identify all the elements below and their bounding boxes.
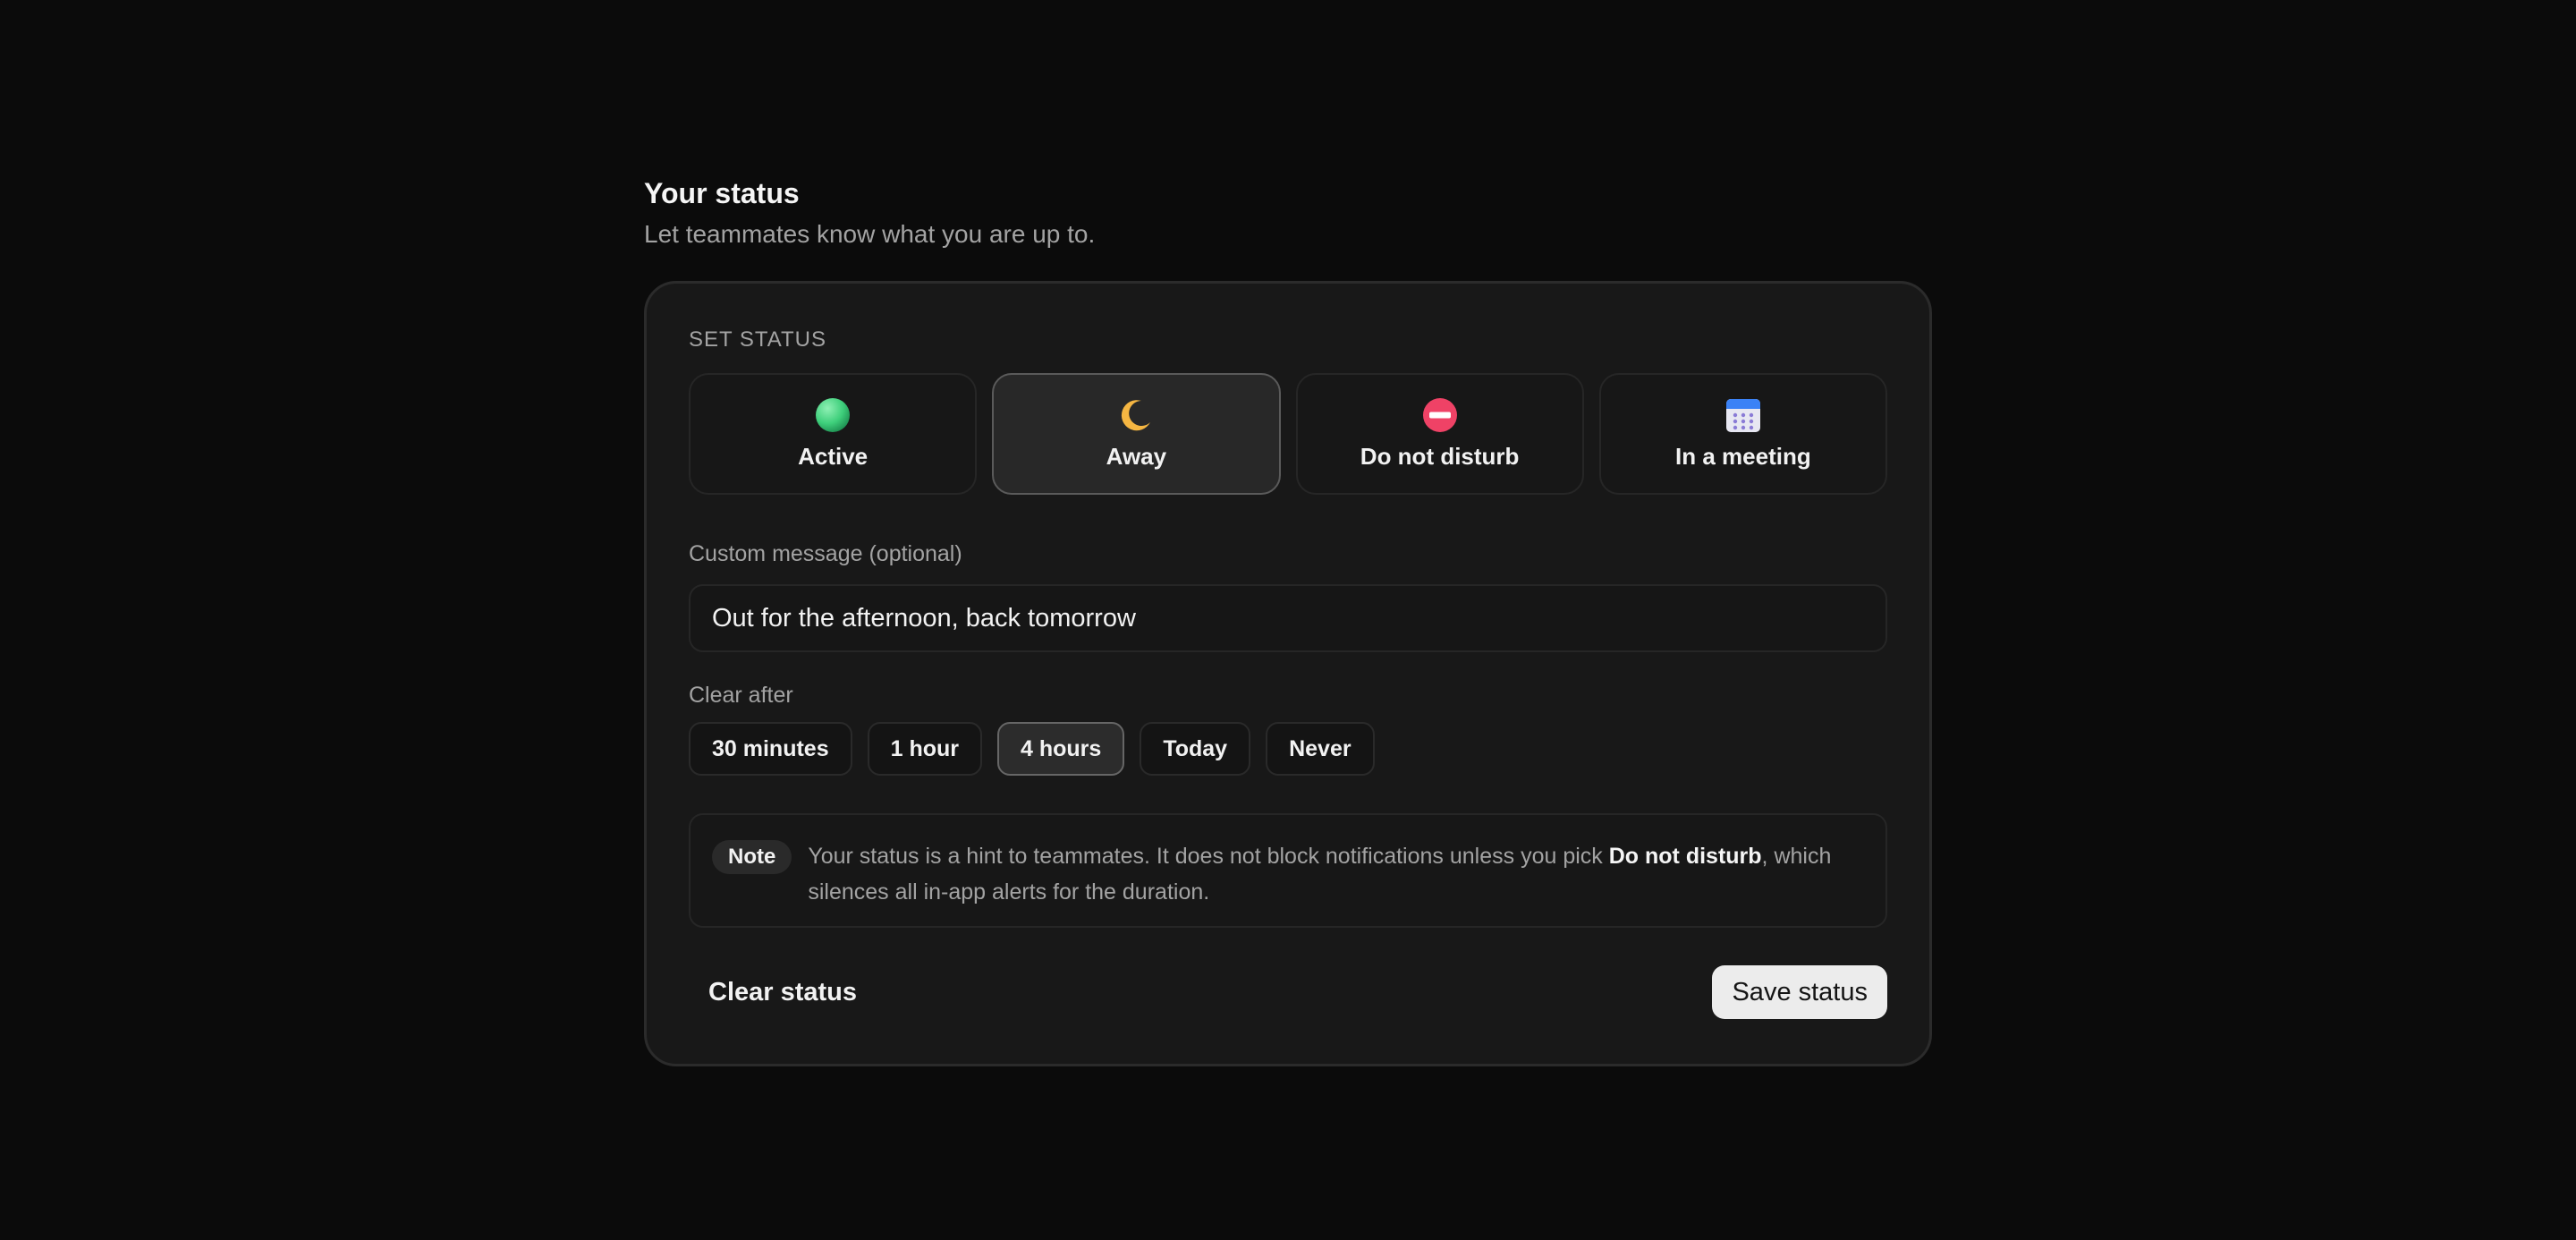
status-option-away[interactable]: Away <box>992 373 1281 495</box>
calendar-icon <box>1724 396 1762 434</box>
clear-status-button[interactable]: Clear status <box>689 965 877 1019</box>
note-text-before: Your status is a hint to teammates. It d… <box>808 844 1609 869</box>
status-options: Active Away Do not disturb In a meeting <box>689 373 1887 495</box>
status-option-in-a-meeting[interactable]: In a meeting <box>1598 373 1887 495</box>
clear-after-today[interactable]: Today <box>1140 722 1251 776</box>
note-tag: Note <box>712 840 792 874</box>
status-panel: Your status Let teammates know what you … <box>644 175 1932 1066</box>
status-option-active[interactable]: Active <box>689 373 978 495</box>
custom-message-input[interactable] <box>689 584 1887 652</box>
set-status-label: SET STATUS <box>689 327 827 352</box>
note-box: Note Your status is a hint to teammates.… <box>689 813 1887 928</box>
status-option-label: Active <box>798 443 869 470</box>
clear-after-label: Clear after <box>689 683 793 708</box>
status-card: SET STATUS Active Away Do not disturb In… <box>644 281 1932 1066</box>
status-option-label: In a meeting <box>1675 443 1811 470</box>
clear-after-1-hour[interactable]: 1 hour <box>867 722 983 776</box>
clear-after-never[interactable]: Never <box>1266 722 1375 776</box>
clear-after-options: 30 minutes 1 hour 4 hours Today Never <box>689 722 1887 776</box>
green-circle-icon <box>814 396 852 434</box>
page-title: Your status <box>644 177 800 209</box>
status-option-label: Do not disturb <box>1360 443 1520 470</box>
page-subtitle: Let teammates know what you are up to. <box>644 220 1096 248</box>
no-entry-icon <box>1421 396 1459 434</box>
status-option-label: Away <box>1106 443 1167 470</box>
clear-after-4-hours[interactable]: 4 hours <box>997 722 1125 776</box>
note-emphasis: Do not disturb <box>1608 844 1762 869</box>
crescent-moon-icon <box>1117 396 1155 434</box>
note-text: Your status is a hint to teammates. It d… <box>808 838 1864 926</box>
status-option-do-not-disturb[interactable]: Do not disturb <box>1295 373 1584 495</box>
card-footer: Clear status Save status <box>689 965 1887 1019</box>
custom-message-label: Custom message (optional) <box>689 541 962 566</box>
clear-after-30-minutes[interactable]: 30 minutes <box>689 722 852 776</box>
save-status-button[interactable]: Save status <box>1712 965 1887 1019</box>
